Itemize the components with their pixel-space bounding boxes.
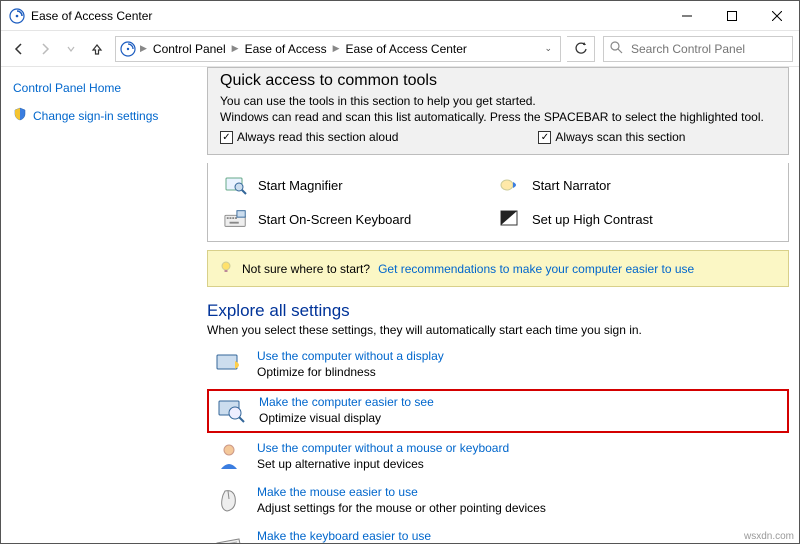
setting-easier-to-see[interactable]: Make the computer easier to see Optimize…	[207, 389, 789, 433]
breadcrumb-ease-of-access-center[interactable]: Ease of Access Center	[344, 42, 469, 56]
monitor-speaker-icon	[213, 349, 245, 381]
tip-box: Not sure where to start? Get recommendat…	[207, 250, 789, 287]
setting-without-display[interactable]: Use the computer without a display Optim…	[207, 345, 789, 385]
checkbox-scan-section[interactable]: ✓ Always scan this section	[538, 130, 685, 144]
setting-link[interactable]: Make the mouse easier to use	[257, 485, 418, 499]
sidebar-item-label: Change sign-in settings	[33, 109, 158, 123]
tool-high-contrast[interactable]: Set up High Contrast	[498, 207, 772, 231]
back-button[interactable]	[7, 37, 31, 61]
address-bar[interactable]: ▶ Control Panel ▶ Ease of Access ▶ Ease …	[115, 36, 561, 62]
quick-access-line1: You can use the tools in this section to…	[220, 94, 776, 108]
magnifier-icon	[224, 173, 248, 197]
lightbulb-icon	[218, 259, 234, 278]
navbar: ▶ Control Panel ▶ Ease of Access ▶ Ease …	[1, 31, 799, 67]
explore-subtext: When you select these settings, they wil…	[207, 323, 789, 337]
tools-grid: Start Magnifier Start Narrator Start On-…	[207, 163, 789, 242]
checkbox-icon: ✓	[220, 131, 233, 144]
ease-of-access-icon	[9, 8, 25, 24]
breadcrumb-control-panel[interactable]: Control Panel	[151, 42, 228, 56]
refresh-button[interactable]	[567, 36, 595, 62]
tool-label: Start Magnifier	[258, 178, 343, 193]
recent-dropdown[interactable]	[59, 37, 83, 61]
setting-desc: Optimize for blindness	[257, 365, 444, 379]
setting-link[interactable]: Use the computer without a display	[257, 349, 444, 363]
tool-start-osk[interactable]: Start On-Screen Keyboard	[224, 207, 498, 231]
chevron-right-icon: ▶	[232, 43, 239, 54]
minimize-button[interactable]	[664, 1, 709, 31]
quick-access-box: Quick access to common tools You can use…	[207, 67, 789, 155]
setting-desc: Optimize visual display	[259, 411, 434, 425]
tool-start-magnifier[interactable]: Start Magnifier	[224, 173, 498, 197]
shield-icon	[13, 107, 27, 124]
sidebar-change-signin-settings[interactable]: Change sign-in settings	[13, 107, 189, 124]
sidebar: Control Panel Home Change sign-in settin…	[1, 67, 201, 543]
setting-link[interactable]: Make the computer easier to see	[259, 395, 434, 409]
explore-settings: Explore all settings When you select the…	[207, 301, 789, 543]
tool-label: Set up High Contrast	[532, 212, 653, 227]
narrator-icon	[498, 173, 522, 197]
checkbox-icon: ✓	[538, 131, 551, 144]
search-input[interactable]	[629, 41, 786, 57]
setting-desc: Set up alternative input devices	[257, 457, 509, 471]
search-box[interactable]	[603, 36, 793, 62]
tip-prefix: Not sure where to start?	[242, 262, 370, 276]
contrast-icon	[498, 207, 522, 231]
window-title: Ease of Access Center	[31, 9, 152, 23]
setting-link[interactable]: Use the computer without a mouse or keyb…	[257, 441, 509, 455]
person-icon	[213, 441, 245, 473]
watermark: wsxdn.com	[744, 531, 794, 542]
explore-heading: Explore all settings	[207, 301, 789, 321]
checkbox-read-aloud[interactable]: ✓ Always read this section aloud	[220, 130, 398, 144]
setting-desc: Adjust settings for the mouse or other p…	[257, 501, 546, 515]
ease-of-access-icon	[120, 41, 136, 57]
chevron-right-icon: ▶	[140, 43, 147, 54]
content-area: Quick access to common tools You can use…	[201, 67, 799, 543]
close-button[interactable]	[754, 1, 799, 31]
checkbox-label: Always scan this section	[555, 130, 685, 144]
address-dropdown[interactable]: ⌄	[540, 43, 556, 54]
setting-keyboard-easier[interactable]: Make the keyboard easier to use Adjust s…	[207, 525, 789, 543]
keyboard-flat-icon	[213, 529, 245, 543]
forward-button[interactable]	[33, 37, 57, 61]
search-icon	[610, 41, 623, 57]
quick-access-heading: Quick access to common tools	[220, 72, 776, 90]
tool-label: Start On-Screen Keyboard	[258, 212, 411, 227]
checkbox-label: Always read this section aloud	[237, 130, 398, 144]
chevron-right-icon: ▶	[333, 43, 340, 54]
mouse-icon	[213, 485, 245, 517]
tool-start-narrator[interactable]: Start Narrator	[498, 173, 772, 197]
setting-mouse-easier[interactable]: Make the mouse easier to use Adjust sett…	[207, 481, 789, 521]
setting-link[interactable]: Make the keyboard easier to use	[257, 529, 431, 543]
sidebar-control-panel-home[interactable]: Control Panel Home	[13, 81, 189, 95]
up-button[interactable]	[85, 37, 109, 61]
tip-link[interactable]: Get recommendations to make your compute…	[378, 262, 694, 276]
titlebar: Ease of Access Center	[1, 1, 799, 31]
sidebar-item-label: Control Panel Home	[13, 81, 121, 95]
monitor-magnify-icon	[215, 395, 247, 427]
maximize-button[interactable]	[709, 1, 754, 31]
breadcrumb-ease-of-access[interactable]: Ease of Access	[243, 42, 329, 56]
setting-without-mouse-keyboard[interactable]: Use the computer without a mouse or keyb…	[207, 437, 789, 477]
tool-label: Start Narrator	[532, 178, 611, 193]
quick-access-line2: Windows can read and scan this list auto…	[220, 110, 776, 124]
keyboard-icon	[224, 207, 248, 231]
